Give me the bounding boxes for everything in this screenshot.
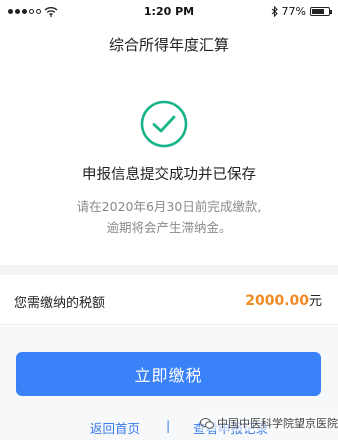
wechat-icon bbox=[200, 417, 214, 429]
watermark: 中国中医科学院望京医院 bbox=[200, 415, 338, 431]
bluetooth-icon bbox=[271, 6, 278, 17]
page-title: 综合所得年度汇算 bbox=[108, 36, 229, 54]
tax-due-amount: 2000.00元 bbox=[245, 290, 322, 309]
watermark-text: 中国中医科学院望京医院 bbox=[217, 417, 338, 430]
tax-due-value: 2000.00 bbox=[245, 293, 309, 309]
tax-due-row: 您需缴纳的税额 2000.00元 bbox=[0, 275, 338, 325]
battery-percent: 77% bbox=[281, 5, 306, 18]
tax-due-label: 您需缴纳的税额 bbox=[14, 296, 106, 311]
hint-line-2: 逾期将会产生滞纳金。 bbox=[106, 220, 232, 235]
check-circle-icon bbox=[140, 100, 188, 148]
payment-deadline-hint: 请在2020年6月30日前完成缴款, 逾期将会产生滞纳金。 bbox=[0, 196, 338, 238]
pay-now-button[interactable]: 立即缴税 bbox=[16, 352, 321, 396]
section-divider bbox=[0, 265, 338, 275]
tax-due-unit: 元 bbox=[308, 294, 322, 309]
back-home-link[interactable]: 返回首页 bbox=[90, 418, 140, 437]
status-right: 77% bbox=[271, 5, 332, 18]
status-bar: 1:20 PM 77% bbox=[0, 0, 338, 24]
success-message: 申报信息提交成功并已保存 bbox=[82, 167, 256, 183]
link-separator: | bbox=[166, 418, 171, 433]
battery-icon bbox=[310, 7, 332, 16]
hint-line-1: 请在2020年6月30日前完成缴款, bbox=[76, 199, 262, 214]
